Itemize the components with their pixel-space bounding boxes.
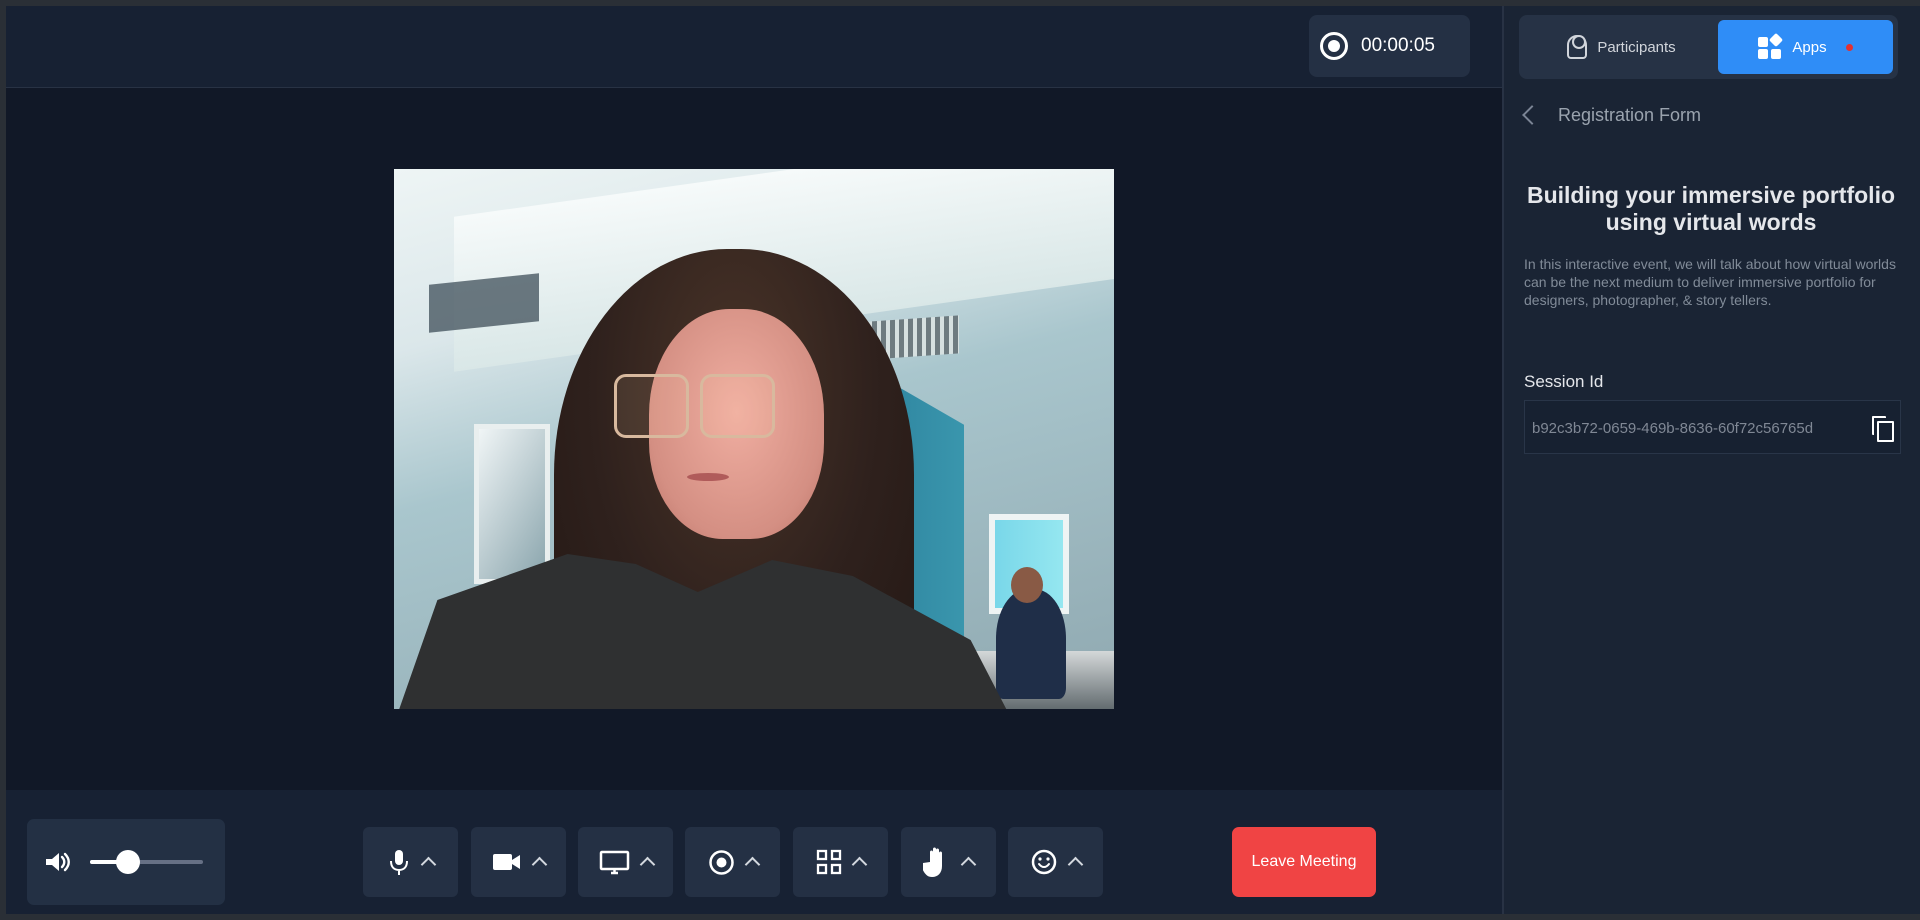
glasses-right-lens [700,374,775,438]
sidebar-tabs: Participants Apps [1519,15,1898,79]
speaker-icon [46,852,70,872]
recording-timer: 00:00:05 [1309,15,1470,77]
microphone-icon [390,850,408,875]
layout-control[interactable] [793,827,888,897]
chevron-left-icon[interactable] [1522,105,1542,125]
chevron-up-icon[interactable] [744,856,760,873]
hand-icon [923,847,942,877]
session-id-field[interactable]: b92c3b72-0659-469b-8636-60f72c56765d [1524,400,1901,454]
apps-icon [1758,32,1784,59]
smile-icon [1031,849,1057,875]
session-id-label: Session Id [1524,372,1604,391]
record-icon [708,849,734,875]
grid-icon [816,849,842,875]
event-description: In this interactive event, we will talk … [1524,256,1896,308]
event-title: Building your immersive portfolio using … [1526,182,1896,235]
notification-dot [1845,43,1853,51]
chevron-up-icon[interactable] [639,856,655,873]
meeting-controls-bar: Leave Meeting [6,790,1502,914]
recording-time: 00:00:05 [1361,35,1435,56]
apps-sidebar: Participants Apps Registration Form Buil… [1502,6,1920,914]
tab-label: Participants [1597,38,1676,56]
video-camera-icon [493,854,520,870]
participant-mouth [687,473,729,481]
volume-thumb[interactable] [116,850,141,874]
chevron-up-icon[interactable] [420,856,437,873]
monitor-icon [599,850,629,874]
session-id-value: b92c3b72-0659-469b-8636-60f72c56765d [1532,420,1814,437]
tab-apps[interactable]: Apps [1718,20,1893,74]
person-icon [1567,35,1588,59]
tab-label: Apps [1792,38,1827,56]
copy-icon[interactable] [1872,416,1894,442]
screen-share-control[interactable] [578,827,673,897]
chevron-up-icon[interactable] [1067,856,1084,873]
video-meeting-app: 00:00:05 Leave Meeting Participants Apps… [0,0,1920,920]
recording-control[interactable] [685,827,780,897]
meeting-topbar: 00:00:05 [6,6,1502,88]
reactions-control[interactable] [1008,827,1103,897]
background-person [996,589,1066,699]
glass-door [474,424,550,584]
microphone-control[interactable] [363,827,458,897]
volume-slider[interactable] [90,850,203,874]
background-person-head [1011,567,1043,603]
record-icon [1320,32,1348,60]
camera-control[interactable] [471,827,566,897]
breadcrumb: Registration Form [1558,105,1702,125]
raise-hand-control[interactable] [901,827,996,897]
meeting-main: 00:00:05 Leave Meeting [6,6,1502,914]
chevron-up-icon[interactable] [851,856,868,873]
glasses-left-lens [614,374,689,438]
tab-participants[interactable]: Participants [1536,20,1707,74]
chevron-up-icon[interactable] [531,856,548,873]
participant-video [394,169,1114,709]
video-stage [6,88,1502,790]
leave-meeting-button[interactable]: Leave Meeting [1232,827,1376,897]
volume-control[interactable] [27,819,225,905]
chevron-up-icon[interactable] [960,856,977,873]
